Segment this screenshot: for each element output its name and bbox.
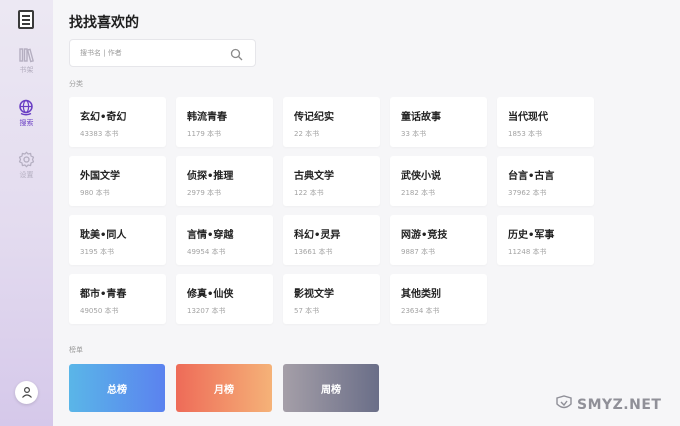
category-name: 古典文学 [294,171,334,182]
category-name: 其他类别 [401,289,441,300]
category-card[interactable]: 玄幻•奇幻 43383 本书 [69,97,166,147]
category-count: 13661 本书 [294,248,333,256]
category-count: 122 本书 [294,189,324,197]
category-grid: 玄幻•奇幻 43383 本书 韩流青春 1179 本书 传记纪实 22 本书 童话故事 33 … [69,97,599,324]
category-count: 49050 本书 [80,307,119,315]
category-card[interactable]: 科幻•灵异 13661 本书 [283,215,380,265]
category-card[interactable]: 言情•穿越 49954 本书 [176,215,273,265]
category-name: 传记纪实 [294,112,334,123]
category-count: 3195 本书 [80,248,115,256]
sidebar-item-label: 书架 [19,66,34,74]
category-count: 13207 本书 [187,307,226,315]
category-name: 当代现代 [508,112,548,123]
category-name: 历史•军事 [508,230,555,241]
category-card[interactable]: 都市•青春 49050 本书 [69,274,166,324]
category-name: 童话故事 [401,112,441,123]
category-card[interactable]: 传记纪实 22 本书 [283,97,380,147]
category-count: 1853 本书 [508,130,543,138]
rank-month-button[interactable]: 月榜 [176,364,272,412]
category-count: 2979 本书 [187,189,222,197]
user-icon [21,383,33,402]
sidebar-item-settings[interactable]: 设置 [0,151,53,191]
globe-search-icon [18,99,35,116]
category-count: 37962 本书 [508,189,547,197]
category-count: 2182 本书 [401,189,436,197]
category-card[interactable]: 当代现代 1853 本书 [497,97,594,147]
category-name: 耽美•同人 [80,230,127,241]
rank-total-button[interactable]: 总榜 [69,364,165,412]
watermark: SMYZ.NET [555,392,675,418]
user-avatar-button[interactable] [15,381,38,404]
rank-row: 总榜 月榜 周榜 [69,364,379,412]
category-count: 9887 本书 [401,248,436,256]
category-card[interactable]: 韩流青春 1179 本书 [176,97,273,147]
category-name: 修真•仙侠 [187,289,234,300]
sidebar-item-search[interactable]: 搜索 [0,99,53,139]
category-name: 玄幻•奇幻 [80,112,127,123]
category-card[interactable]: 网游•竞技 9887 本书 [390,215,487,265]
ranks-section-label: 榜单 [69,346,83,354]
search-box [69,39,256,67]
rank-label: 月榜 [214,384,234,396]
bookshelf-icon [18,47,35,63]
category-card[interactable]: 古典文学 122 本书 [283,156,380,206]
category-card[interactable]: 历史•军事 11248 本书 [497,215,594,265]
category-count: 57 本书 [294,307,320,315]
category-name: 科幻•灵异 [294,230,341,241]
search-icon[interactable] [230,46,243,65]
category-count: 23634 本书 [401,307,440,315]
category-card[interactable]: 侦探•推理 2979 本书 [176,156,273,206]
sidebar-item-bookshelf[interactable]: 书架 [0,47,53,87]
sidebar-item-label: 设置 [19,171,34,179]
search-input[interactable] [80,40,230,66]
category-name: 武侠小说 [401,171,441,182]
category-card[interactable]: 武侠小说 2182 本书 [390,156,487,206]
page-title: 找找喜欢的 [69,15,139,31]
category-count: 49954 本书 [187,248,226,256]
category-name: 都市•青春 [80,289,127,300]
watermark-logo-icon [555,394,573,416]
categories-section-label: 分类 [69,80,83,88]
rank-label: 周榜 [321,384,341,396]
category-card[interactable]: 影视文学 57 本书 [283,274,380,324]
category-card[interactable]: 耽美•同人 3195 本书 [69,215,166,265]
category-card[interactable]: 童话故事 33 本书 [390,97,487,147]
category-card[interactable]: 台言•古言 37962 本书 [497,156,594,206]
category-name: 侦探•推理 [187,171,234,182]
category-count: 43383 本书 [80,130,119,138]
category-card[interactable]: 其他类别 23634 本书 [390,274,487,324]
sidebar: 书架 搜索 设置 [0,0,53,426]
gear-icon [18,151,35,168]
sidebar-item-label: 搜索 [19,119,34,127]
rank-week-button[interactable]: 周榜 [283,364,379,412]
category-name: 网游•竞技 [401,230,448,241]
category-name: 韩流青春 [187,112,227,123]
app-logo-icon [18,10,34,29]
category-name: 外国文学 [80,171,120,182]
category-count: 33 本书 [401,130,427,138]
category-card[interactable]: 修真•仙侠 13207 本书 [176,274,273,324]
category-card[interactable]: 外国文学 980 本书 [69,156,166,206]
category-name: 台言•古言 [508,171,555,182]
category-name: 影视文学 [294,289,334,300]
category-count: 980 本书 [80,189,110,197]
category-name: 言情•穿越 [187,230,234,241]
category-count: 22 本书 [294,130,320,138]
watermark-text: SMYZ.NET [577,397,662,413]
category-count: 11248 本书 [508,248,547,256]
category-count: 1179 本书 [187,130,222,138]
rank-label: 总榜 [107,384,127,396]
